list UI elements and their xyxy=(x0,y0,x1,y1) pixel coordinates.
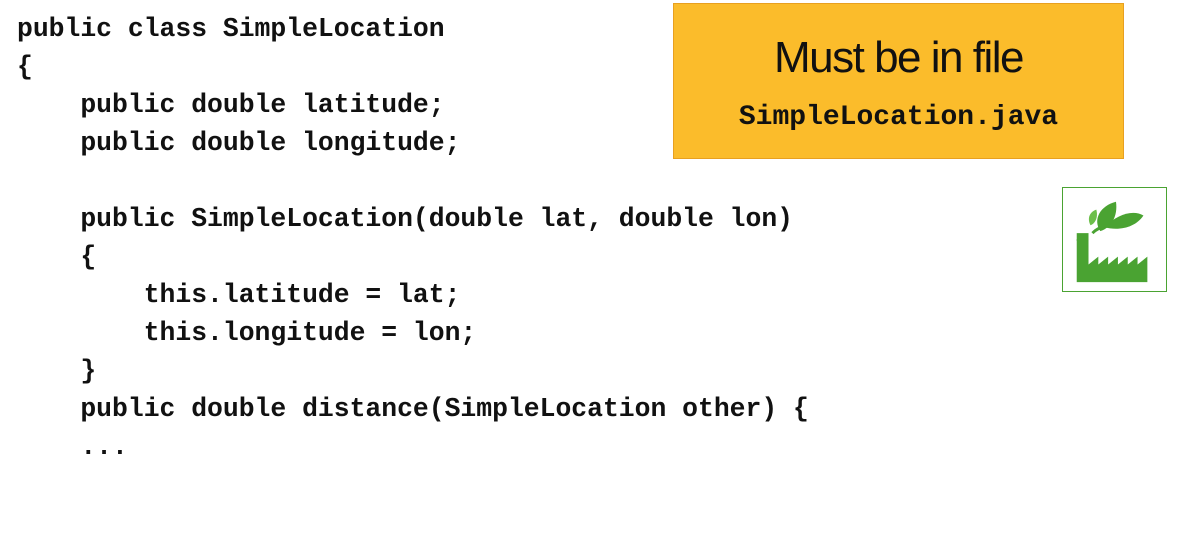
factory-leaf-icon xyxy=(1076,201,1148,283)
code-line-assign-longitude: this.longitude = lon; xyxy=(17,318,477,348)
code-line-constructor-open-brace: { xyxy=(17,242,97,272)
callout-title: Must be in file xyxy=(774,33,1024,82)
code-line-constructor-close-brace: } xyxy=(17,356,97,386)
code-line-constructor: public SimpleLocation(double lat, double… xyxy=(17,204,794,234)
code-line-distance-method: public double distance(SimpleLocation ot… xyxy=(17,394,809,424)
factory-leaf-logo xyxy=(1062,187,1167,292)
code-line-ellipsis: ... xyxy=(17,432,128,462)
filename-callout: Must be in file SimpleLocation.java xyxy=(673,3,1124,159)
callout-filename: SimpleLocation.java xyxy=(738,102,1059,133)
code-line-assign-latitude: this.latitude = lat; xyxy=(17,280,461,310)
